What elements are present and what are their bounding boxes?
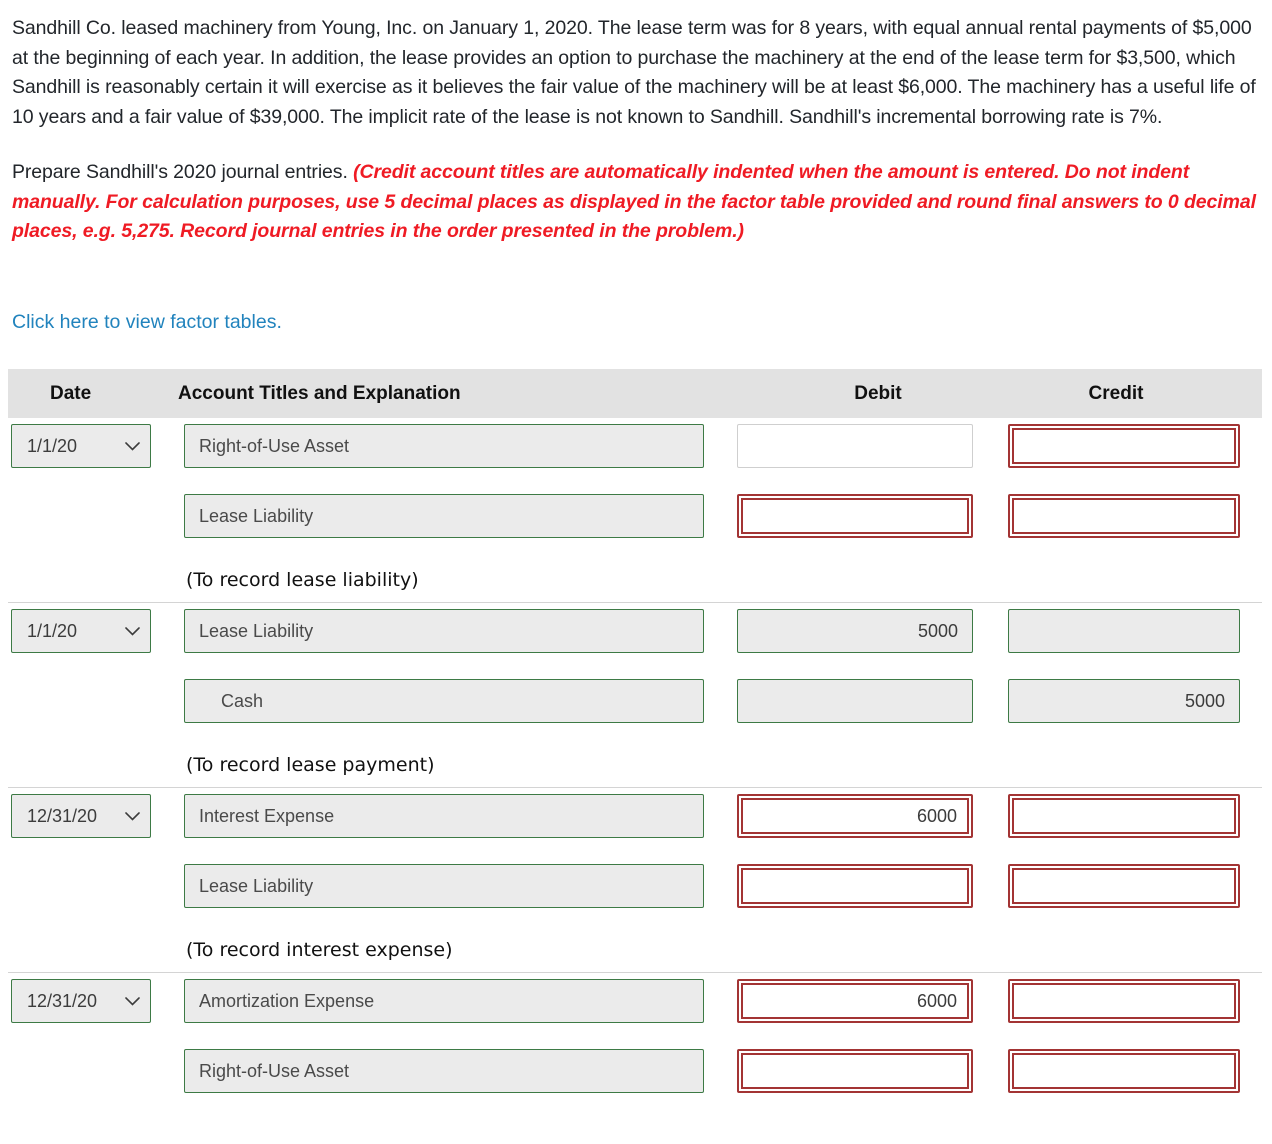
credit-input[interactable]	[1008, 424, 1240, 468]
journal-blocks: 1/1/20 Right-of-Use Asset Lease Liability (…	[8, 418, 1262, 1113]
chevron-down-icon	[125, 996, 140, 1006]
debit-value: 6000	[916, 990, 957, 1011]
account-title-value: Lease Liability	[199, 620, 314, 641]
account-title-field[interactable]: Interest Expense	[184, 794, 704, 838]
debit-input[interactable]: 6000	[737, 794, 973, 838]
factor-tables-link[interactable]: Click here to view factor tables.	[12, 308, 282, 337]
account-title-field[interactable]: Right-of-Use Asset	[184, 424, 704, 468]
entry-explanation: (To record interest expense)	[186, 939, 453, 961]
debit-input[interactable]	[737, 864, 973, 908]
debit-value: 5000	[917, 620, 958, 641]
account-title-field[interactable]: Lease Liability	[184, 494, 704, 538]
column-header-debit: Debit	[854, 383, 902, 404]
credit-input[interactable]	[1008, 494, 1240, 538]
credit-input[interactable]	[1008, 794, 1240, 838]
account-title-value: Lease Liability	[199, 875, 314, 896]
date-dropdown[interactable]: 1/1/20	[11, 424, 151, 468]
account-title-value: Lease Liability	[199, 505, 314, 526]
date-dropdown-value: 1/1/20	[27, 435, 78, 456]
account-title-value: Right-of-Use Asset	[199, 1060, 350, 1081]
date-dropdown-value: 12/31/20	[27, 990, 98, 1011]
problem-paragraph: Sandhill Co. leased machinery from Young…	[12, 17, 1256, 128]
journal-entry-row: 12/31/20 Interest Expense 6000	[8, 788, 1262, 858]
entry-explanation: (To record lease payment)	[186, 754, 435, 776]
account-title-value: Amortization Expense	[199, 990, 375, 1011]
date-dropdown[interactable]: 12/31/20	[11, 979, 151, 1023]
account-title-value: Interest Expense	[199, 805, 335, 826]
column-header-credit: Credit	[1088, 383, 1144, 404]
table-header-row: Date Account Titles and Explanation Debi…	[8, 369, 1262, 418]
chevron-down-icon	[125, 626, 140, 636]
account-title-field[interactable]: Lease Liability	[184, 864, 704, 908]
date-dropdown[interactable]: 1/1/20	[11, 609, 151, 653]
chevron-down-icon	[125, 811, 140, 821]
journal-entry-row: 1/1/20 Lease Liability 5000	[8, 603, 1262, 673]
account-title-field[interactable]: Cash	[184, 679, 704, 723]
credit-input[interactable]	[1008, 864, 1240, 908]
debit-input[interactable]	[737, 679, 973, 723]
debit-input[interactable]	[737, 424, 973, 468]
debit-value: 6000	[916, 805, 957, 826]
journal-entry-row: 1/1/20 Right-of-Use Asset	[8, 418, 1262, 488]
date-dropdown-value: 12/31/20	[27, 805, 98, 826]
date-dropdown[interactable]: 12/31/20	[11, 794, 151, 838]
problem-statement: Sandhill Co. leased machinery from Young…	[12, 14, 1260, 247]
account-title-field[interactable]: Right-of-Use Asset	[184, 1049, 704, 1093]
instruction-lead: Prepare Sandhill's 2020 journal entries.	[12, 161, 354, 183]
journal-entry-block: 1/1/20 Lease Liability 5000 Cash 5000 (To rec…	[8, 603, 1262, 788]
account-title-value: Cash	[221, 690, 264, 711]
credit-input[interactable]	[1008, 609, 1240, 653]
journal-entry-block: 1/1/20 Right-of-Use Asset Lease Liability (…	[8, 418, 1262, 603]
journal-entry-row: Lease Liability	[8, 858, 1262, 928]
debit-input[interactable]: 6000	[737, 979, 973, 1023]
journal-entry-row: Right-of-Use Asset	[8, 1043, 1262, 1113]
journal-entry-row: 12/31/20 Amortization Expense 6000	[8, 973, 1262, 1043]
column-header-date: Date	[50, 383, 92, 404]
journal-entry-block: 12/31/20 Interest Expense 6000 Lease Liabil…	[8, 788, 1262, 973]
credit-value: 5000	[1184, 690, 1225, 711]
debit-input[interactable]	[737, 1049, 973, 1093]
credit-input[interactable]: 5000	[1008, 679, 1240, 723]
account-title-field[interactable]: Lease Liability	[184, 609, 704, 653]
credit-input[interactable]	[1008, 979, 1240, 1023]
debit-input[interactable]	[737, 494, 973, 538]
journal-entry-row: Lease Liability	[8, 488, 1262, 558]
date-dropdown-value: 1/1/20	[27, 620, 78, 641]
chevron-down-icon	[125, 441, 140, 451]
journal-entry-table: Date Account Titles and Explanation Debi…	[8, 369, 1262, 1113]
journal-entry-block: 12/31/20 Amortization Expense 6000 Right-of…	[8, 973, 1262, 1113]
credit-input[interactable]	[1008, 1049, 1240, 1093]
account-title-value: Right-of-Use Asset	[199, 435, 350, 456]
instruction-paragraph: Prepare Sandhill's 2020 journal entries.…	[12, 158, 1260, 247]
column-header-account: Account Titles and Explanation	[178, 383, 461, 404]
debit-input[interactable]: 5000	[737, 609, 973, 653]
journal-entry-row: Cash 5000	[8, 673, 1262, 743]
entry-explanation: (To record lease liability)	[186, 569, 419, 591]
account-title-field[interactable]: Amortization Expense	[184, 979, 704, 1023]
